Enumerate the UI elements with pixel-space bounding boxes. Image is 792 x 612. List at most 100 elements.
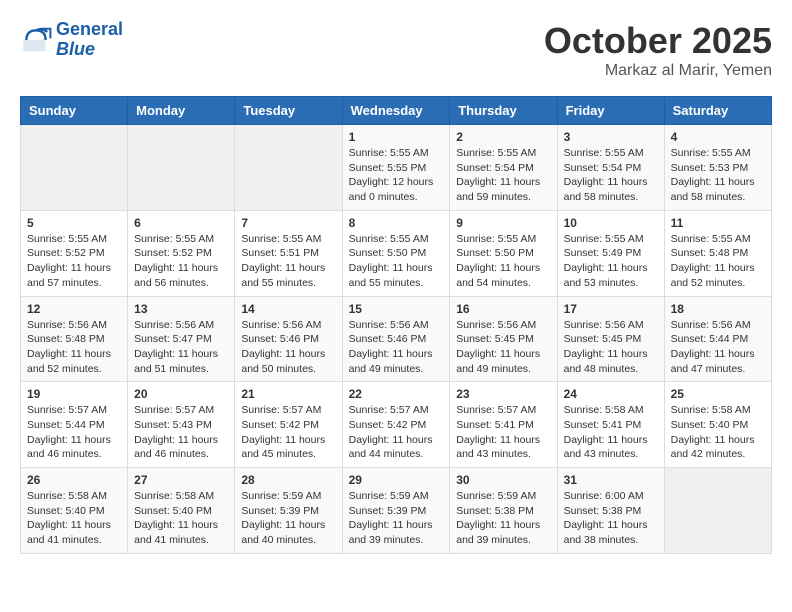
calendar-week-1: 1 Sunrise: 5:55 AMSunset: 5:55 PMDaylight… (21, 125, 772, 211)
calendar-cell: 11 Sunrise: 5:55 AMSunset: 5:48 PMDayligh… (664, 210, 771, 296)
calendar-cell: 5 Sunrise: 5:55 AMSunset: 5:52 PMDaylight… (21, 210, 128, 296)
calendar-cell: 23 Sunrise: 5:57 AMSunset: 5:41 PMDayligh… (450, 382, 557, 468)
day-number: 5 (27, 216, 121, 230)
calendar-week-4: 19 Sunrise: 5:57 AMSunset: 5:44 PMDayligh… (21, 382, 772, 468)
day-number: 9 (456, 216, 550, 230)
day-number: 12 (27, 302, 121, 316)
day-number: 6 (134, 216, 228, 230)
day-number: 20 (134, 387, 228, 401)
day-number: 10 (564, 216, 658, 230)
calendar-cell (235, 125, 342, 211)
calendar-cell: 10 Sunrise: 5:55 AMSunset: 5:49 PMDayligh… (557, 210, 664, 296)
day-number: 29 (349, 473, 444, 487)
day-number: 7 (241, 216, 335, 230)
day-info: Sunrise: 5:55 AMSunset: 5:50 PMDaylight:… (456, 232, 550, 291)
calendar-cell: 15 Sunrise: 5:56 AMSunset: 5:46 PMDayligh… (342, 296, 450, 382)
day-info: Sunrise: 5:57 AMSunset: 5:44 PMDaylight:… (27, 403, 121, 462)
day-info: Sunrise: 5:58 AMSunset: 5:40 PMDaylight:… (27, 489, 121, 548)
header-sunday: Sunday (21, 97, 128, 125)
header-saturday: Saturday (664, 97, 771, 125)
calendar-cell (21, 125, 128, 211)
calendar-cell: 17 Sunrise: 5:56 AMSunset: 5:45 PMDayligh… (557, 296, 664, 382)
header-wednesday: Wednesday (342, 97, 450, 125)
day-info: Sunrise: 5:57 AMSunset: 5:42 PMDaylight:… (349, 403, 444, 462)
day-info: Sunrise: 5:55 AMSunset: 5:48 PMDaylight:… (671, 232, 765, 291)
day-number: 24 (564, 387, 658, 401)
calendar-cell: 4 Sunrise: 5:55 AMSunset: 5:53 PMDaylight… (664, 125, 771, 211)
calendar-cell: 12Sunrise: 5:56 AMSunset: 5:48 PMDayligh… (21, 296, 128, 382)
day-info: Sunrise: 5:55 AMSunset: 5:54 PMDaylight:… (564, 146, 658, 205)
day-info: Sunrise: 5:57 AMSunset: 5:41 PMDaylight:… (456, 403, 550, 462)
day-info: Sunrise: 5:55 AMSunset: 5:52 PMDaylight:… (27, 232, 121, 291)
day-info: Sunrise: 5:59 AMSunset: 5:39 PMDaylight:… (349, 489, 444, 548)
day-number: 16 (456, 302, 550, 316)
calendar-cell: 13 Sunrise: 5:56 AMSunset: 5:47 PMDayligh… (128, 296, 235, 382)
day-number: 17 (564, 302, 658, 316)
calendar-cell: 14 Sunrise: 5:56 AMSunset: 5:46 PMDayligh… (235, 296, 342, 382)
day-number: 14 (241, 302, 335, 316)
calendar-cell: 30Sunrise: 5:59 AMSunset: 5:38 PMDayligh… (450, 468, 557, 554)
day-info: Sunrise: 6:00 AMSunset: 5:38 PMDaylight:… (564, 489, 658, 548)
calendar-cell: 2Sunrise: 5:55 AMSunset: 5:54 PMDaylight… (450, 125, 557, 211)
day-number: 3 (564, 130, 658, 144)
calendar-cell: 3 Sunrise: 5:55 AMSunset: 5:54 PMDaylight… (557, 125, 664, 211)
calendar-cell: 27Sunrise: 5:58 AMSunset: 5:40 PMDayligh… (128, 468, 235, 554)
calendar-cell: 26 Sunrise: 5:58 AMSunset: 5:40 PMDayligh… (21, 468, 128, 554)
day-info: Sunrise: 5:59 AMSunset: 5:39 PMDaylight:… (241, 489, 335, 548)
day-info: Sunrise: 5:55 AMSunset: 5:50 PMDaylight:… (349, 232, 444, 291)
header-thursday: Thursday (450, 97, 557, 125)
day-info: Sunrise: 5:55 AMSunset: 5:53 PMDaylight:… (671, 146, 765, 205)
calendar-cell: 18Sunrise: 5:56 AMSunset: 5:44 PMDayligh… (664, 296, 771, 382)
month-title: October 2025 (544, 20, 772, 62)
calendar-cell: 31 Sunrise: 6:00 AMSunset: 5:38 PMDayligh… (557, 468, 664, 554)
day-info: Sunrise: 5:55 AMSunset: 5:55 PMDaylight:… (349, 146, 444, 205)
day-info: Sunrise: 5:55 AMSunset: 5:49 PMDaylight:… (564, 232, 658, 291)
day-number: 27 (134, 473, 228, 487)
day-number: 4 (671, 130, 765, 144)
logo-icon (20, 24, 52, 56)
day-number: 2 (456, 130, 550, 144)
day-info: Sunrise: 5:56 AMSunset: 5:45 PMDaylight:… (456, 318, 550, 377)
day-info: Sunrise: 5:55 AMSunset: 5:52 PMDaylight:… (134, 232, 228, 291)
day-info: Sunrise: 5:59 AMSunset: 5:38 PMDaylight:… (456, 489, 550, 548)
calendar-week-2: 5 Sunrise: 5:55 AMSunset: 5:52 PMDaylight… (21, 210, 772, 296)
calendar-cell: 1 Sunrise: 5:55 AMSunset: 5:55 PMDaylight… (342, 125, 450, 211)
day-number: 19 (27, 387, 121, 401)
calendar-cell: 28 Sunrise: 5:59 AMSunset: 5:39 PMDayligh… (235, 468, 342, 554)
calendar-cell: 21 Sunrise: 5:57 AMSunset: 5:42 PMDayligh… (235, 382, 342, 468)
page-header: General Blue October 2025 Markaz al Mari… (20, 20, 772, 80)
header-friday: Friday (557, 97, 664, 125)
calendar-cell: 16 Sunrise: 5:56 AMSunset: 5:45 PMDayligh… (450, 296, 557, 382)
day-info: Sunrise: 5:56 AMSunset: 5:47 PMDaylight:… (134, 318, 228, 377)
day-number: 15 (349, 302, 444, 316)
calendar-cell: 20 Sunrise: 5:57 AMSunset: 5:43 PMDayligh… (128, 382, 235, 468)
day-number: 1 (349, 130, 444, 144)
day-number: 31 (564, 473, 658, 487)
day-number: 21 (241, 387, 335, 401)
day-info: Sunrise: 5:55 AMSunset: 5:51 PMDaylight:… (241, 232, 335, 291)
title-section: October 2025 Markaz al Marir, Yemen (544, 20, 772, 80)
calendar-week-3: 12Sunrise: 5:56 AMSunset: 5:48 PMDayligh… (21, 296, 772, 382)
calendar-table: Sunday Monday Tuesday Wednesday Thursday… (20, 96, 772, 554)
calendar-header-row: Sunday Monday Tuesday Wednesday Thursday… (21, 97, 772, 125)
day-number: 25 (671, 387, 765, 401)
calendar-cell: 8Sunrise: 5:55 AMSunset: 5:50 PMDaylight… (342, 210, 450, 296)
calendar-cell: 22Sunrise: 5:57 AMSunset: 5:42 PMDayligh… (342, 382, 450, 468)
day-info: Sunrise: 5:57 AMSunset: 5:42 PMDaylight:… (241, 403, 335, 462)
day-info: Sunrise: 5:56 AMSunset: 5:45 PMDaylight:… (564, 318, 658, 377)
day-number: 11 (671, 216, 765, 230)
day-number: 28 (241, 473, 335, 487)
day-info: Sunrise: 5:56 AMSunset: 5:46 PMDaylight:… (349, 318, 444, 377)
calendar-week-5: 26 Sunrise: 5:58 AMSunset: 5:40 PMDayligh… (21, 468, 772, 554)
day-number: 23 (456, 387, 550, 401)
day-info: Sunrise: 5:56 AMSunset: 5:46 PMDaylight:… (241, 318, 335, 377)
day-number: 18 (671, 302, 765, 316)
header-monday: Monday (128, 97, 235, 125)
calendar-cell: 24Sunrise: 5:58 AMSunset: 5:41 PMDayligh… (557, 382, 664, 468)
calendar-cell: 25Sunrise: 5:58 AMSunset: 5:40 PMDayligh… (664, 382, 771, 468)
day-number: 13 (134, 302, 228, 316)
day-number: 26 (27, 473, 121, 487)
day-info: Sunrise: 5:57 AMSunset: 5:43 PMDaylight:… (134, 403, 228, 462)
header-tuesday: Tuesday (235, 97, 342, 125)
calendar-cell (664, 468, 771, 554)
